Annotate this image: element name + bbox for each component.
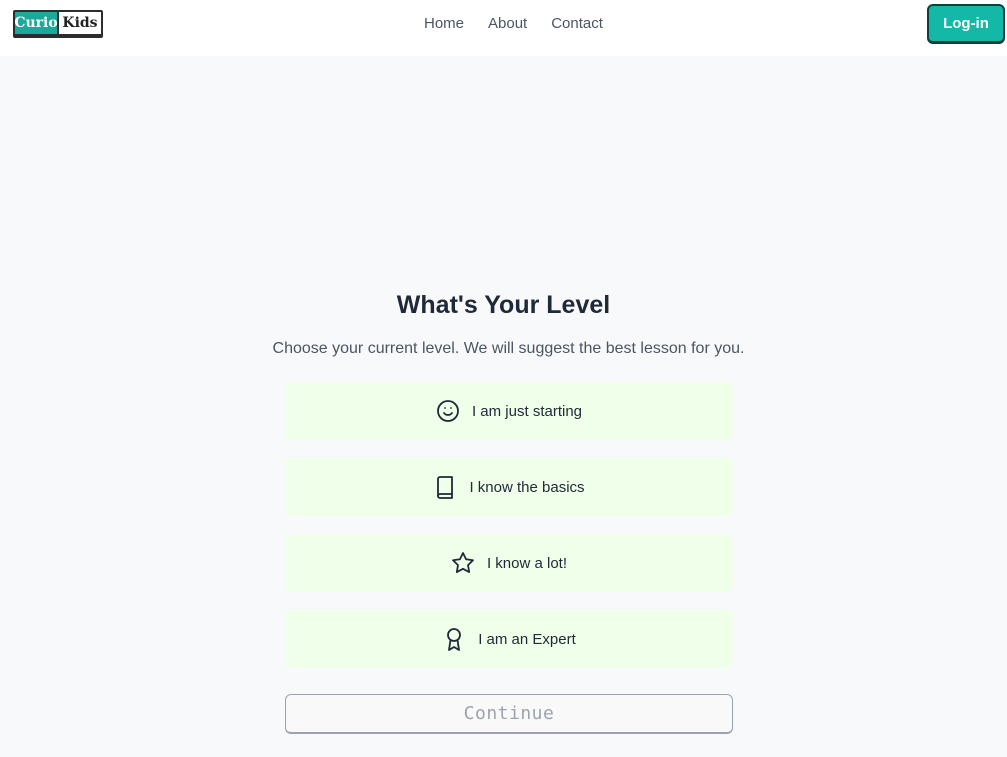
- main-nav: Home About Contact: [424, 14, 603, 34]
- logo-curio-text: Curio: [15, 12, 59, 34]
- award-icon: [442, 627, 466, 651]
- level-option-label: I am an Expert: [478, 630, 576, 648]
- page-title: What's Your Level: [396, 291, 611, 319]
- level-options: I am just starting I know the basics I k…: [285, 382, 733, 686]
- curio-kids-logo[interactable]: Curio Kids: [13, 10, 103, 38]
- nav-link-contact[interactable]: Contact: [551, 14, 603, 34]
- book-icon: [433, 475, 457, 499]
- logo-kids-text: Kids: [62, 15, 98, 31]
- login-button[interactable]: Log-in: [927, 4, 1005, 44]
- continue-button[interactable]: Continue: [285, 694, 733, 734]
- level-option-label: I know a lot!: [486, 554, 568, 572]
- level-option-basics[interactable]: I know the basics: [285, 458, 733, 516]
- level-option-label: I know the basics: [469, 478, 585, 496]
- level-option-expert[interactable]: I am an Expert: [285, 610, 733, 668]
- top-navbar: Curio Kids Home About Contact Log-in: [0, 0, 1007, 56]
- level-option-beginner[interactable]: I am just starting: [285, 382, 733, 440]
- star-icon: [451, 551, 475, 575]
- page-subtitle: Choose your current level. We will sugge…: [272, 340, 745, 357]
- level-option-label: I am just starting: [471, 402, 583, 420]
- nav-link-home[interactable]: Home: [424, 14, 464, 34]
- level-option-advanced[interactable]: I know a lot!: [285, 534, 733, 592]
- smile-icon: [436, 399, 460, 423]
- nav-link-about[interactable]: About: [488, 14, 527, 34]
